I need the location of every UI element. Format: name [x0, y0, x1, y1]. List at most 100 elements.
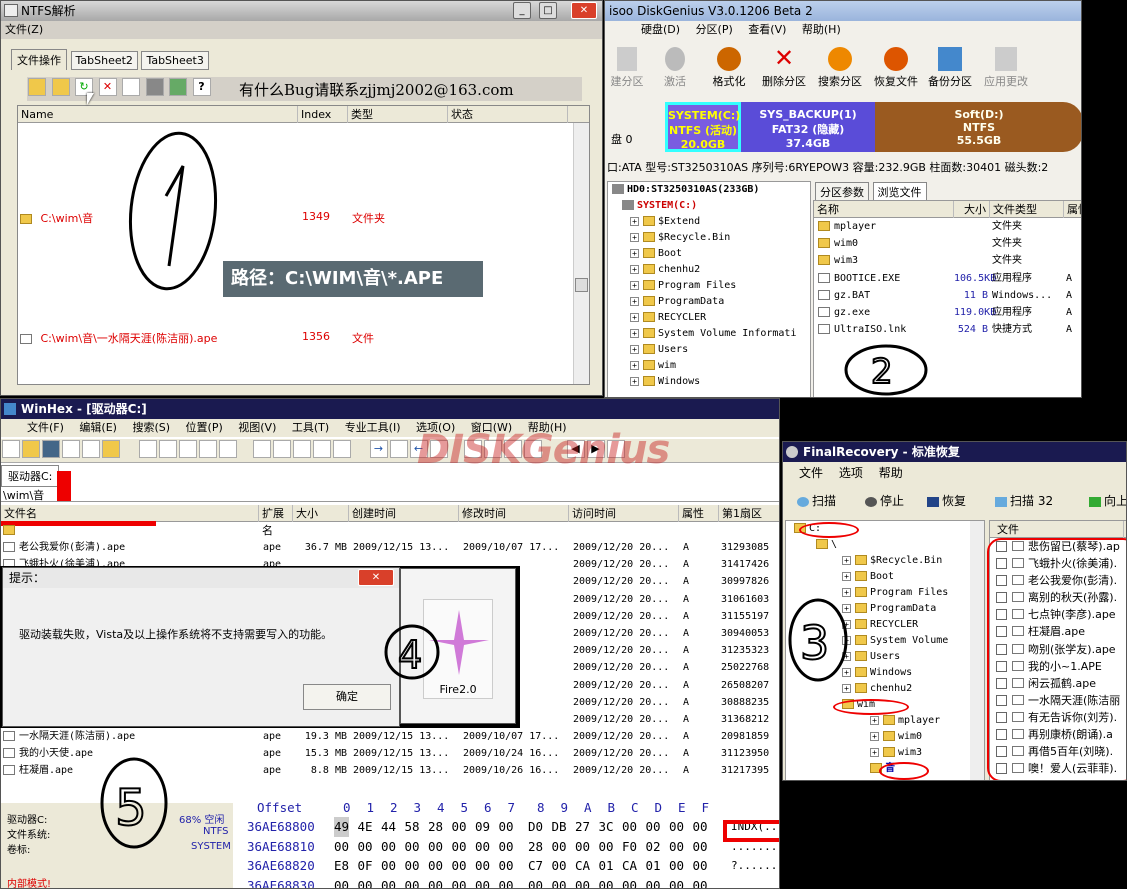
fr-menu-file[interactable]: 文件: [799, 466, 823, 480]
dg-col-size[interactable]: 大小: [954, 201, 990, 218]
hex-byte[interactable]: 00: [452, 817, 467, 837]
fr-menu-help[interactable]: 帮助: [879, 466, 903, 480]
hex-byte[interactable]: 3C: [599, 817, 614, 837]
wh-menu-file[interactable]: 文件(F): [27, 421, 64, 434]
open-folder-icon[interactable]: [102, 440, 120, 458]
dg-col-name[interactable]: 名称: [814, 201, 954, 218]
dialog-ok-button[interactable]: 确定: [303, 684, 391, 710]
hex-byte[interactable]: 00: [552, 876, 567, 889]
hex-row[interactable]: 36AE68800 49 4E 44 58 28 00 09 00 D0 DB 27 3C 00 00 00 0…: [233, 817, 779, 837]
wh-file-row[interactable]: 老公我爱你(彭清).ape ape 36.7 MB 2009/12/15 13... 2…: [1, 539, 779, 556]
hex-byte[interactable]: 00: [528, 876, 543, 889]
tab-file-ops[interactable]: 文件操作: [11, 49, 67, 70]
expand-icon[interactable]: +: [870, 747, 879, 757]
wh-col-name[interactable]: 文件名: [1, 505, 259, 522]
fr-stop-button[interactable]: 停止: [865, 492, 904, 509]
wh-drive-tab[interactable]: 驱动器C:: [1, 465, 60, 487]
hex-byte[interactable]: 00: [646, 817, 661, 837]
hex-byte[interactable]: 09: [475, 817, 490, 837]
fr-menu-options[interactable]: 选项: [839, 466, 863, 480]
hex-byte[interactable]: 00: [575, 837, 590, 857]
hex-row[interactable]: 36AE68810 00 00 00 00 00 00 00 00 28 00 00 00 F0 02 00 0…: [233, 837, 779, 857]
hex-byte[interactable]: 00: [381, 856, 396, 876]
dg-col-type[interactable]: 文件类型: [990, 201, 1064, 218]
tree-folder[interactable]: + Boot: [608, 246, 810, 262]
ntfs-row[interactable]: C:\wim\音 1349 文件夹: [20, 210, 560, 226]
partition-d[interactable]: Soft(D:) NTFS 55.5GB: [875, 102, 1081, 152]
wh-col-sector[interactable]: 第1扇区: [719, 505, 779, 522]
hex-byte[interactable]: 00: [358, 837, 373, 857]
hex-byte[interactable]: 00: [552, 837, 567, 857]
find-again-icon[interactable]: [333, 440, 351, 458]
expand-icon[interactable]: +: [630, 344, 639, 354]
fr-tree-item[interactable]: \: [786, 537, 984, 553]
menu-file[interactable]: 文件(Z): [5, 23, 43, 36]
goto-icon[interactable]: →: [369, 440, 388, 458]
hex-byte[interactable]: 00: [428, 876, 443, 889]
tree-disk[interactable]: HD0:ST3250310AS(233GB): [608, 182, 810, 198]
hex-byte[interactable]: 00: [669, 856, 684, 876]
dg-menu-help[interactable]: 帮助(H): [802, 23, 841, 36]
col-status[interactable]: 状态: [448, 106, 568, 123]
dg-file-row[interactable]: wim0 文件夹: [814, 235, 1081, 252]
parent-folder-row[interactable]: [1, 522, 779, 539]
dialog-titlebar[interactable]: 提示： ✕: [3, 568, 399, 588]
expand-icon[interactable]: +: [870, 715, 879, 725]
maximize-button[interactable]: □: [539, 2, 557, 19]
dg-file-row[interactable]: BOOTICE.EXE 106.5KB 应用程序 A: [814, 270, 1081, 287]
hex-byte[interactable]: 00: [499, 876, 514, 889]
dg-menu-view[interactable]: 查看(V): [748, 23, 786, 36]
wh-col-size[interactable]: 大小: [293, 505, 349, 522]
paste-icon[interactable]: [178, 440, 197, 458]
fr-scan-button[interactable]: 扫描: [797, 492, 836, 509]
dg-tool-search[interactable]: 搜索分区: [813, 43, 867, 89]
partition-c[interactable]: SYSTEM(C:) NTFS (活动) 20.0GB: [665, 102, 741, 152]
fr-titlebar[interactable]: FinalRecovery - 标准恢复: [783, 442, 1126, 462]
fr-recover-button[interactable]: 恢复: [927, 492, 966, 509]
hex-byte[interactable]: 00: [499, 817, 514, 837]
copy-icon[interactable]: [158, 440, 177, 458]
find-icon[interactable]: [253, 440, 271, 458]
hex-byte[interactable]: 4E: [358, 817, 373, 837]
hex-byte[interactable]: 00: [452, 876, 467, 889]
wh-file-row[interactable]: 一水隔天涯(陈洁丽).ape ape 19.3 MB 2009/12/15 13...…: [1, 728, 779, 745]
ntfs-scrollbar[interactable]: [573, 123, 589, 384]
dg-tool-format[interactable]: 格式化: [705, 43, 753, 89]
tab-sheet3[interactable]: TabSheet3: [141, 51, 209, 70]
hex-byte[interactable]: 00: [599, 837, 614, 857]
hex-byte[interactable]: 01: [646, 856, 661, 876]
tab-partition-params[interactable]: 分区参数: [815, 182, 869, 202]
expand-icon[interactable]: +: [630, 328, 639, 338]
col-name[interactable]: Name: [18, 106, 298, 123]
save-icon[interactable]: [42, 440, 60, 458]
binary-icon[interactable]: [218, 440, 237, 458]
hex-byte[interactable]: 00: [475, 856, 490, 876]
dialog-close-button[interactable]: ✕: [358, 569, 394, 586]
delete-icon[interactable]: ✕: [98, 78, 117, 96]
hex-byte[interactable]: D0: [528, 817, 543, 837]
col-type[interactable]: 类型: [348, 106, 448, 123]
fr-tree-item[interactable]: + wim3: [786, 745, 984, 761]
properties-icon[interactable]: [82, 440, 100, 458]
wh-menu-pro[interactable]: 专业工具(I): [345, 421, 401, 434]
fr-tree-item[interactable]: + mplayer: [786, 713, 984, 729]
expand-icon[interactable]: +: [630, 280, 639, 290]
hex-row[interactable]: 36AE68830 00 00 00 00 00 00 00 00 00 00 00 00 00 00 00 0…: [233, 876, 779, 889]
wh-titlebar[interactable]: WinHex - [驱动器C:]: [1, 399, 779, 419]
tree-folder[interactable]: + RECYCLER: [608, 310, 810, 326]
dg-col-attr[interactable]: 属性: [1064, 201, 1081, 218]
replace-icon[interactable]: [293, 440, 311, 458]
dg-tool-apply[interactable]: 应用更改: [979, 43, 1033, 89]
hex-byte[interactable]: 00: [405, 876, 420, 889]
undo-icon[interactable]: [138, 440, 157, 458]
hex-byte[interactable]: 00: [575, 876, 590, 889]
expand-icon[interactable]: +: [630, 360, 639, 370]
hex-byte[interactable]: 00: [693, 856, 708, 876]
ntfs-scroll-thumb[interactable]: [575, 278, 588, 292]
tree-folder[interactable]: + $Extend: [608, 214, 810, 230]
hex-byte[interactable]: 00: [622, 817, 637, 837]
fr-tree-item[interactable]: + $Recycle.Bin: [786, 553, 984, 569]
print-icon[interactable]: [62, 440, 80, 458]
clipboard-icon[interactable]: [198, 440, 217, 458]
copy-icon[interactable]: [122, 78, 140, 96]
